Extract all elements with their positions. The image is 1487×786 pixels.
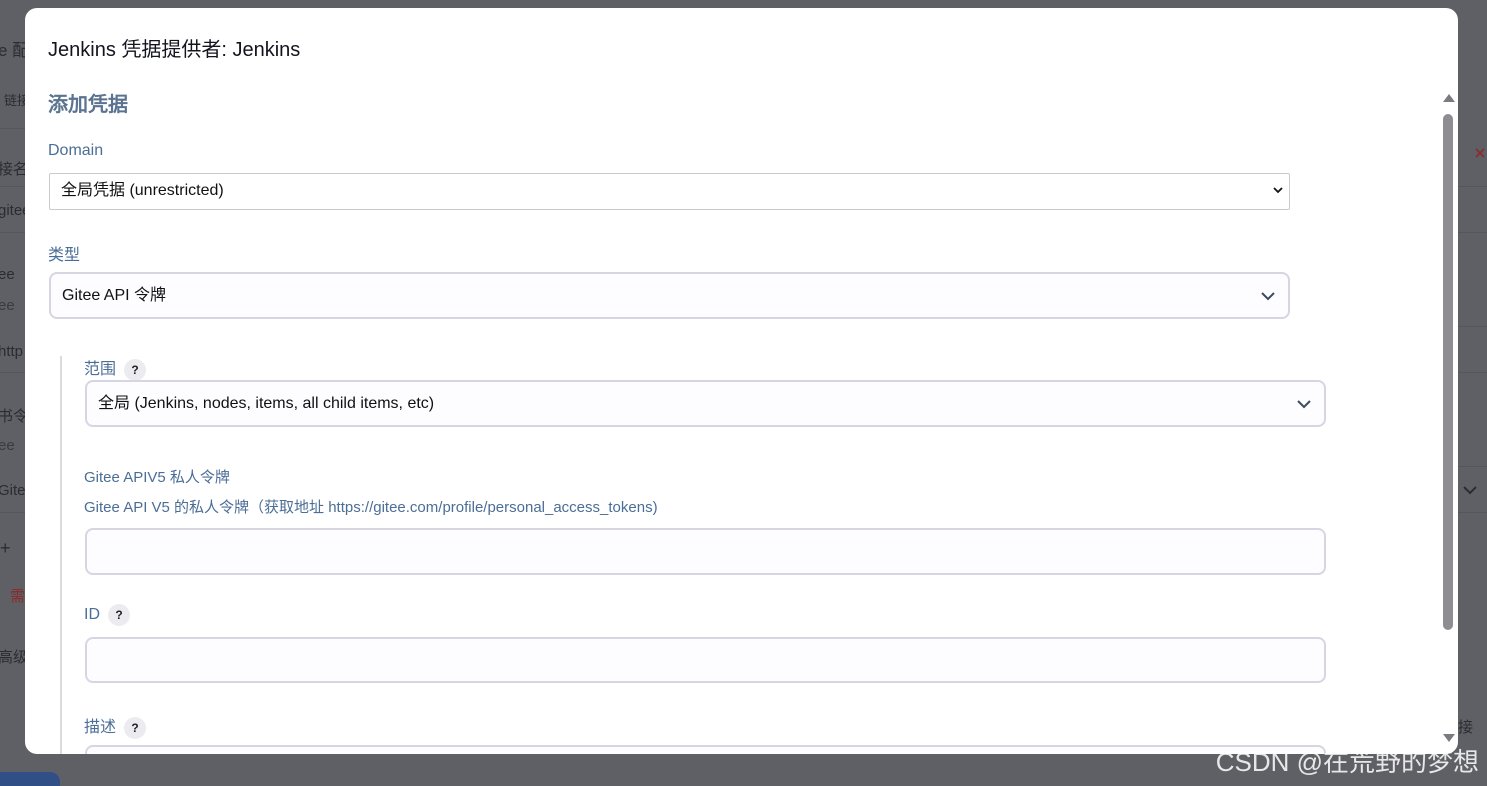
dialog-body[interactable]: 添加凭据 Domain 全局凭据 (unrestricted) 类型 Gitee… (25, 80, 1458, 754)
description-label: 描述 (84, 719, 117, 736)
bg-fragment: 接 (1458, 719, 1474, 736)
kind-label: 类型 (48, 247, 81, 264)
bg-divider (1458, 326, 1487, 327)
help-icon[interactable]: ? (124, 358, 147, 381)
dialog-title: Jenkins 凭据提供者: Jenkins (48, 39, 301, 61)
token-input[interactable] (85, 528, 1326, 575)
chevron-down-icon (1261, 291, 1275, 300)
bg-divider (1458, 512, 1487, 513)
bg-divider (0, 372, 25, 373)
scope-select-value: 全局 (Jenkins, nodes, items, all child ite… (98, 395, 435, 412)
bg-divider (1458, 186, 1487, 187)
bg-divider (0, 232, 25, 233)
description-input[interactable] (85, 745, 1326, 754)
kind-select-value: Gitee API 令牌 (62, 287, 167, 304)
scope-select[interactable]: 全局 (Jenkins, nodes, items, all child ite… (85, 380, 1326, 427)
bg-fragment: 需 (10, 588, 26, 605)
bg-divider (0, 512, 25, 513)
background-button (0, 772, 60, 786)
scope-label: 范围 (84, 361, 117, 378)
bg-fragment: 高级 (0, 649, 29, 666)
id-field: ID? (84, 604, 130, 626)
add-credentials-dialog: Jenkins 凭据提供者: Jenkins 添加凭据 Domain 全局凭据 … (25, 8, 1458, 754)
scope-field: 范围? (84, 355, 147, 381)
bg-fragment: 书令 (0, 408, 29, 425)
help-icon[interactable]: ? (124, 716, 147, 739)
bg-divider (1458, 372, 1487, 373)
bg-fragment: 接名 (0, 161, 29, 178)
token-description: Gitee API V5 的私人令牌（获取地址 https://gitee.co… (84, 499, 658, 516)
bg-fragment: + (0, 538, 11, 558)
dialog-scrollbar[interactable] (1441, 90, 1455, 746)
bg-fragment: http (0, 343, 24, 360)
token-label: Gitee APIV5 私人令牌 (84, 469, 230, 486)
bg-divider (1458, 466, 1487, 467)
kind-select[interactable]: Gitee API 令牌 (49, 272, 1290, 319)
help-icon[interactable]: ? (108, 604, 130, 626)
chevron-down-icon (1462, 482, 1478, 500)
scroll-thumb[interactable] (1443, 114, 1453, 630)
scroll-down-arrow-icon[interactable] (1443, 734, 1455, 742)
description-field: 描述? (84, 713, 147, 739)
watermark: CSDN @在荒野的梦想 (1215, 747, 1479, 777)
id-label: ID (84, 606, 100, 624)
chevron-down-icon (1297, 399, 1311, 408)
bg-divider (0, 186, 25, 187)
domain-select[interactable]: 全局凭据 (unrestricted) (49, 173, 1290, 210)
bg-divider (1458, 232, 1487, 233)
section-title: 添加凭据 (48, 94, 128, 116)
chevron-down-icon (1273, 174, 1283, 221)
id-input[interactable] (85, 637, 1326, 683)
bg-fragment: ee (0, 297, 15, 314)
nested-section-bar (60, 356, 62, 754)
domain-select-value: 全局凭据 (unrestricted) (61, 182, 224, 199)
domain-label: Domain (48, 142, 104, 159)
close-icon (1474, 146, 1486, 164)
bg-fragment: ee (0, 437, 15, 454)
bg-fragment: ee (0, 266, 15, 283)
scroll-up-arrow-icon[interactable] (1443, 94, 1455, 102)
bg-divider (0, 128, 25, 129)
